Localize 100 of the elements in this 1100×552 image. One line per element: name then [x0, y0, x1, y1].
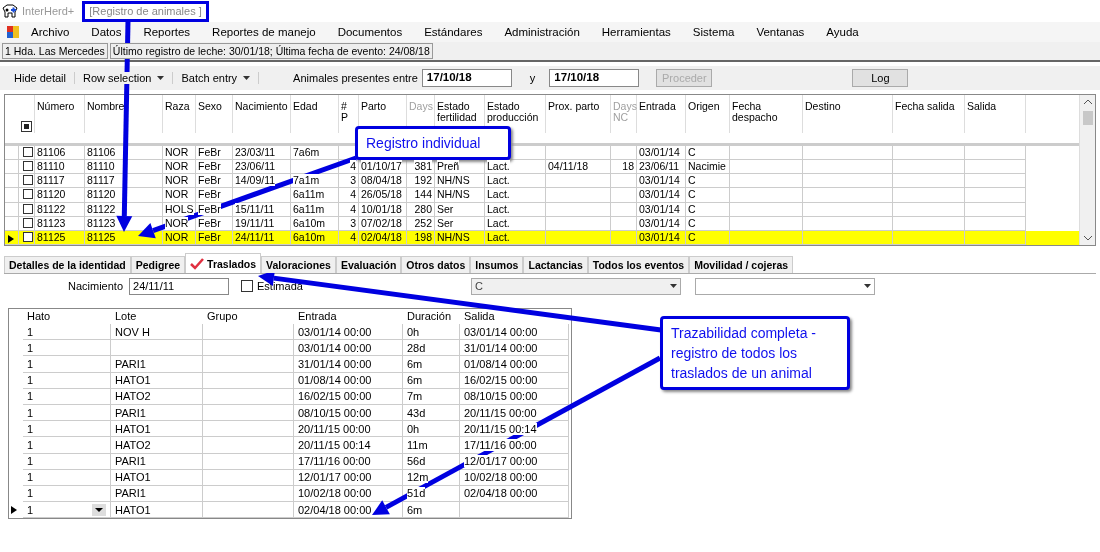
menu-item[interactable]: Ayuda	[815, 26, 870, 38]
tab[interactable]: Otros datos	[401, 256, 471, 273]
table-cell: 1	[23, 372, 111, 389]
menu-item[interactable]: Ventanas	[745, 26, 816, 38]
column-header[interactable]: Nombre	[85, 101, 162, 112]
menu-item[interactable]: Archivo	[20, 26, 81, 38]
table-cell: 16/02/15 00:00	[460, 372, 569, 389]
menu-item[interactable]: Herramientas	[590, 26, 682, 38]
app-menu-icon[interactable]	[6, 25, 20, 39]
log-button[interactable]: Log	[852, 69, 909, 87]
scroll-up-icon[interactable]	[1083, 99, 1092, 105]
column-header[interactable]: Grupo	[203, 309, 294, 324]
column-header[interactable]: Número	[35, 101, 84, 112]
column-header[interactable]: Prox. parto	[546, 101, 610, 112]
table-row[interactable]: 1 03/01/14 00:00 28d 31/01/14 00:00	[9, 340, 571, 357]
table-cell: 6a10m	[291, 230, 339, 245]
tab[interactable]: Movilidad / cojeras	[689, 256, 794, 273]
table-row[interactable]: 1 HATO2 16/02/15 00:00 7m 08/10/15 00:00	[9, 388, 571, 405]
date-field[interactable]: 17/10/18	[421, 69, 512, 87]
column-header[interactable]: Destino	[803, 101, 892, 112]
column-header[interactable]: Sexo	[196, 101, 232, 112]
table-row[interactable]: 1 HATO1 12/01/17 00:00 12m 10/02/18 00:00	[9, 469, 571, 486]
table-cell: C	[686, 230, 730, 245]
column-header[interactable]: Raza	[163, 101, 195, 112]
table-cell: 1	[23, 469, 111, 486]
checkbox[interactable]	[241, 280, 254, 292]
column-header[interactable]: Duración	[403, 309, 460, 324]
column-header[interactable]: Nacimiento	[233, 101, 290, 112]
tab[interactable]: Insumos	[470, 256, 524, 273]
birth-field[interactable]: 24/11/11	[129, 277, 230, 295]
scrollbar[interactable]	[1079, 95, 1095, 245]
table-cell: 1	[23, 388, 111, 405]
select-all-checkbox[interactable]	[21, 121, 32, 132]
column-header[interactable]: Fecha salida	[893, 101, 964, 112]
column-header[interactable]: Entrada	[637, 101, 685, 112]
column-header[interactable]: Parto	[359, 101, 406, 112]
tab[interactable]: Todos los eventos	[587, 256, 690, 273]
table-row[interactable]: 1 HATO1 20/11/15 00:00 0h 20/11/15 00:14	[9, 421, 571, 438]
table-cell: 81123	[35, 216, 85, 231]
tab[interactable]: Lactancias	[523, 256, 588, 273]
table-cell: 81120	[85, 188, 163, 203]
table-cell: 3	[339, 216, 359, 231]
checkbox[interactable]	[23, 189, 33, 200]
table-cell: PARI1	[111, 453, 203, 470]
checkbox[interactable]	[23, 161, 33, 172]
column-header[interactable]: Estado producción	[485, 101, 545, 123]
tab[interactable]: Traslados	[185, 253, 262, 273]
table-row[interactable]: 1 NOV H 03/01/14 00:00 0h 03/01/14 00:00	[9, 324, 571, 341]
column-header[interactable]: Fecha despacho	[730, 101, 802, 123]
column-header[interactable]: Lote	[111, 309, 203, 324]
scroll-down-icon[interactable]	[1083, 235, 1092, 241]
caret-icon	[157, 76, 165, 80]
tab[interactable]: Evaluación	[335, 256, 402, 273]
table-cell: 4	[339, 230, 359, 245]
table-cell: PARI1	[111, 485, 203, 503]
table-row[interactable]: 1 PARI1 08/10/15 00:00 43d 20/11/15 00:00	[9, 404, 571, 422]
menu-item[interactable]: Administración	[493, 26, 591, 38]
table-cell: 20/11/15 00:14	[460, 421, 569, 438]
column-header[interactable]: Salida	[460, 309, 569, 324]
date-field[interactable]: 17/10/18	[549, 69, 640, 87]
checkbox[interactable]	[23, 175, 33, 186]
menu-item[interactable]: Datos	[80, 26, 133, 38]
table-row[interactable]: 1 PARI1 10/02/18 00:00 51d 02/04/18 00:00	[9, 485, 571, 503]
tab[interactable]: Detalles de la identidad	[4, 256, 131, 273]
checkbox[interactable]	[23, 231, 33, 242]
tab[interactable]: Pedigree	[130, 256, 186, 273]
table-row[interactable]: 1 HATO1 02/04/18 00:00 6m	[9, 502, 571, 519]
column-header[interactable]: Edad	[291, 101, 338, 112]
column-header[interactable]: Hato	[23, 309, 111, 324]
table-cell: 08/10/15 00:00	[294, 404, 403, 422]
checkbox[interactable]	[23, 203, 33, 214]
table-cell: 19/11/11	[233, 216, 291, 231]
table-row[interactable]: 1 PARI1 17/11/16 00:00 56d 12/01/17 00:00	[9, 453, 571, 470]
table-cell: 1	[23, 485, 111, 503]
column-header[interactable]: Salida	[965, 101, 1025, 112]
checkbox[interactable]	[23, 147, 33, 158]
menu-item[interactable]: Estándares	[413, 26, 494, 38]
column-header[interactable]: # P	[339, 101, 358, 123]
table-row[interactable]: 1 HATO2 20/11/15 00:14 11m 17/11/16 00:00	[9, 437, 571, 454]
table-row[interactable]: 1 HATO1 01/08/14 00:00 6m 16/02/15 00:00	[9, 372, 571, 389]
menu-item[interactable]: Sistema	[681, 26, 746, 38]
menu-item[interactable]: Documentos	[326, 26, 414, 38]
window-title: [Registro de animales ]	[89, 5, 202, 17]
scroll-thumb[interactable]	[1082, 111, 1093, 125]
menu-item[interactable]: Reportes de manejo	[201, 26, 327, 38]
table-cell: FeBr	[196, 188, 233, 203]
table-cell: HATO1	[111, 372, 203, 389]
column-header[interactable]: Entrada	[294, 309, 403, 324]
table-cell: Ser	[435, 216, 485, 231]
checkbox[interactable]	[23, 217, 33, 228]
tab[interactable]: Valoraciones	[261, 256, 336, 273]
table-row[interactable]: 1 PARI1 31/01/14 00:00 6m 01/08/14 00:00	[9, 356, 571, 373]
current-row-icon	[8, 234, 14, 243]
column-header[interactable]: Estado fertilidad	[435, 101, 484, 123]
table-cell: 20/11/15 00:00	[460, 404, 569, 422]
table-cell: 28d	[403, 340, 460, 357]
status-label: Último registro de leche: 30/01/18; Última fecha de evento: 24/08/18	[109, 43, 433, 59]
menu-item[interactable]: Reportes	[132, 26, 202, 38]
table-cell: 03/01/14	[637, 188, 686, 203]
column-header[interactable]: Origen	[686, 101, 729, 112]
